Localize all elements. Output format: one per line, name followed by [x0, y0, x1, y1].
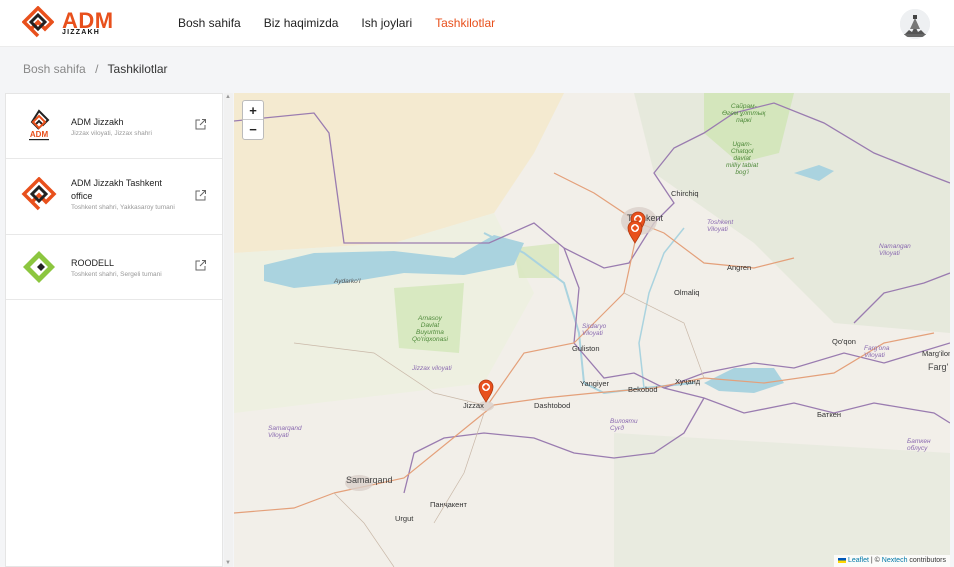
map-label: Arnasoy Davlat Buyurtma Qo'riqxonasi: [412, 315, 448, 343]
nav-tashkilotlar[interactable]: Tashkilotlar: [435, 16, 495, 30]
logo-subtitle: JIZZAKH: [62, 29, 100, 36]
map-label: Баткен: [817, 410, 842, 419]
map-attribution: Leaflet | © Nextech contributors: [833, 555, 950, 567]
org-name: ADM Jizzakh Tashkent office: [71, 178, 162, 201]
roodell-logo-icon: [23, 251, 55, 283]
map-marker-icon[interactable]: [627, 220, 643, 244]
nav-bosh-sahifa[interactable]: Bosh sahifa: [178, 16, 241, 30]
zoom-control: + −: [242, 100, 264, 140]
map-label: Панҷакент: [430, 500, 467, 509]
breadcrumb-current: Tashkilotlar: [107, 62, 168, 76]
external-link-icon[interactable]: [194, 259, 207, 272]
map-label: Chirchiq: [671, 189, 699, 198]
map-label: Баткен облусу: [907, 438, 931, 452]
svg-text:ADM: ADM: [30, 130, 49, 139]
map-label: Bekobod: [628, 385, 658, 394]
attribution-text: contributors: [907, 557, 946, 564]
map-marker-icon[interactable]: [478, 379, 494, 403]
org-name: ADM Jizzakh: [71, 117, 124, 127]
scroll-up-icon[interactable]: ▲: [225, 94, 231, 100]
org-name: ROODELL: [71, 258, 115, 268]
map-label: Marg'ilon: [922, 349, 950, 358]
map-label: Ugam- Chatqol davlat milliy tabiat bog'i: [726, 141, 759, 176]
map-label: Sirdaryo Viloyati: [582, 323, 607, 337]
org-address: Toshkent shahri, Yakkasaroy tumani: [71, 204, 175, 211]
adm-logo[interactable]: ADM JIZZAKH: [22, 6, 134, 38]
list-item[interactable]: ADM ADM Jizzakh Jizzax viloyati, Jizzax …: [6, 94, 222, 159]
leaflet-link[interactable]: Leaflet: [848, 557, 869, 564]
organization-list: ADM ADM Jizzakh Jizzax viloyati, Jizzax …: [5, 93, 223, 567]
zoom-in-button[interactable]: +: [243, 101, 263, 120]
adm-logo-icon: ADM: [29, 109, 50, 141]
zoom-out-button[interactable]: −: [243, 120, 263, 139]
external-link-icon[interactable]: [194, 118, 207, 131]
map-label: Namangan Viloyati: [879, 243, 911, 257]
list-item[interactable]: ROODELL Toshkent shahri, Sergeli tumani: [6, 235, 222, 300]
avatar[interactable]: [900, 9, 930, 39]
map-label: Aydarko'l: [334, 278, 361, 285]
attribution-separator: | ©: [868, 557, 882, 564]
map-view[interactable]: Сайрам- Өгем ұлттық паркі Ugam- Chatqol …: [234, 93, 950, 567]
adm-logo-icon: [21, 177, 57, 211]
nav-biz-haqimizda[interactable]: Biz haqimizda: [264, 16, 339, 30]
map-label: Farg': [928, 362, 949, 372]
map-label: Samarqand Viloyati: [268, 425, 302, 439]
map-label: Qo'qon: [832, 337, 856, 346]
external-link-icon[interactable]: [194, 189, 207, 202]
breadcrumb-home[interactable]: Bosh sahifa: [23, 62, 86, 76]
adm-logo-icon: [22, 6, 54, 38]
org-address: Jizzax viloyati, Jizzax shahri: [71, 130, 152, 137]
map-label: Farg'ona Viloyati: [864, 345, 890, 359]
nav-ish-joylari[interactable]: Ish joylari: [361, 16, 412, 30]
breadcrumb: Bosh sahifa / Tashkilotlar: [23, 62, 168, 76]
list-item[interactable]: ADM Jizzakh Tashkent office Toshkent sha…: [6, 159, 222, 235]
map-label: Jizzax viloyati: [412, 365, 452, 372]
map-label: Guliston: [572, 344, 600, 353]
top-header: ADM JIZZAKH Bosh sahifa Biz haqimizda Is…: [0, 0, 954, 47]
org-address: Toshkent shahri, Sergeli tumani: [71, 271, 162, 278]
map-label: Хуҷанд: [675, 377, 701, 386]
map-label: Angren: [727, 263, 752, 272]
map-label: Yangiyer: [580, 379, 610, 388]
map-label: Toshkent Viloyati: [707, 219, 734, 233]
list-scrollbar[interactable]: ▲ ▼: [224, 93, 233, 567]
map-label: Urgut: [395, 514, 414, 523]
map-label: Olmaliq: [674, 288, 700, 297]
flag-icon: [837, 557, 846, 563]
main-nav: Bosh sahifa Biz haqimizda Ish joylari Ta…: [178, 16, 518, 30]
map-label: Dashtobod: [534, 401, 571, 410]
nextech-link[interactable]: Nextech: [882, 557, 908, 564]
map-label: Вилояти Суғд: [610, 418, 638, 432]
breadcrumb-separator: /: [95, 62, 99, 76]
scroll-down-icon[interactable]: ▼: [225, 560, 231, 566]
map-label: Samarqand: [346, 475, 393, 485]
map-label: Сайрам- Өгем ұлттық паркі: [722, 103, 766, 124]
user-avatar-icon: [900, 9, 930, 39]
